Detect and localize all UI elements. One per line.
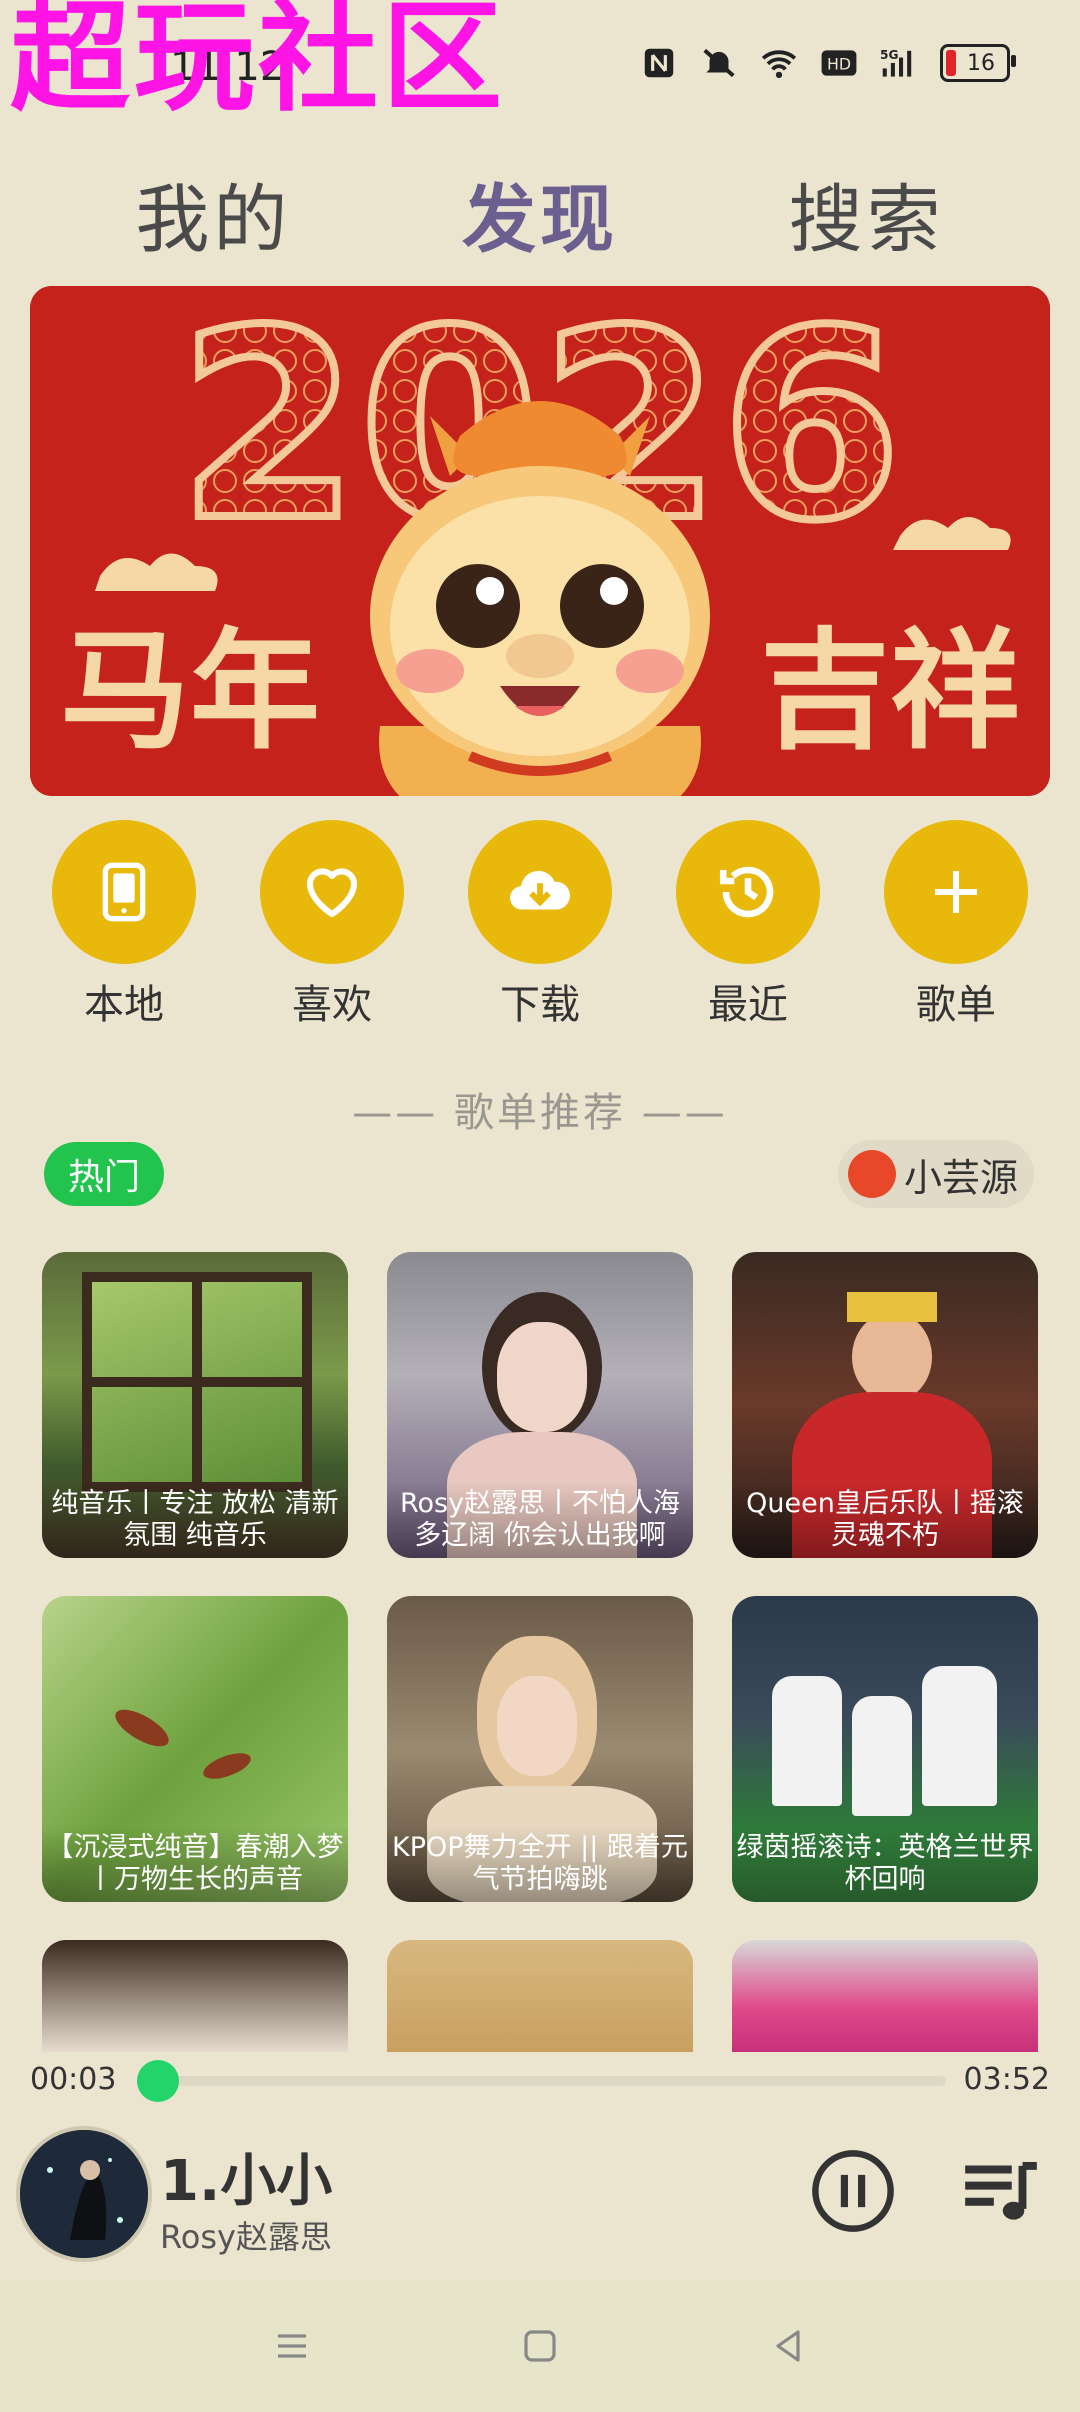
progress-knob[interactable] bbox=[137, 2060, 180, 2102]
song-artist: Rosy赵露思 bbox=[160, 2218, 332, 2256]
playlist-card[interactable] bbox=[42, 1940, 348, 2052]
banner-right-text: 吉祥 bbox=[760, 615, 1020, 767]
quick-local[interactable]: 本地 bbox=[44, 820, 204, 1030]
top-tabs: 我的 发现 搜索 bbox=[0, 160, 1080, 267]
quick-recent[interactable]: 最近 bbox=[668, 820, 828, 1030]
history-icon bbox=[719, 866, 774, 918]
playlist-caption: 【沉浸式纯音】春潮入梦丨万物生长的声音 bbox=[42, 1826, 348, 1902]
song-title[interactable]: 1.小小 bbox=[160, 2136, 332, 2217]
wifi-icon bbox=[761, 50, 797, 79]
banner-image: 2026 马年 吉祥 bbox=[30, 286, 1050, 796]
playlist-card[interactable]: Rosy赵露思丨不怕人海多辽阔 你会认出我啊 bbox=[387, 1252, 693, 1558]
source-dot-icon bbox=[847, 1150, 896, 1198]
hd-icon: HD bbox=[821, 50, 857, 76]
cloud-download-icon bbox=[510, 870, 570, 910]
quick-favorites[interactable]: 喜欢 bbox=[252, 820, 412, 1030]
playlist-caption: 纯音乐丨专注 放松 清新氛围 纯音乐 bbox=[42, 1482, 348, 1558]
playlist-caption: 绿茵摇滚诗：英格兰世界杯回响 bbox=[732, 1826, 1038, 1902]
quick-playlist-label: 歌单 bbox=[916, 982, 996, 1028]
pause-button[interactable] bbox=[810, 2148, 896, 2234]
current-time: 00:03 bbox=[30, 2062, 117, 2097]
quick-playlist[interactable]: 歌单 bbox=[876, 820, 1036, 1030]
playlist-caption: Rosy赵露思丨不怕人海多辽阔 你会认出我啊 bbox=[387, 1482, 693, 1558]
playlist-card[interactable]: KPOP舞力全开 || 跟着元气节拍嗨跳 bbox=[387, 1596, 693, 1902]
status-icons: HD 5G 16 bbox=[640, 44, 1016, 82]
watermark-overlay: 超玩社区 bbox=[10, 0, 506, 128]
playlist-caption: Queen皇后乐队丨摇滚灵魂不朽 bbox=[732, 1482, 1038, 1558]
quick-recent-label: 最近 bbox=[708, 982, 788, 1028]
quick-favorites-label: 喜欢 bbox=[292, 982, 372, 1028]
system-nav-bar bbox=[0, 2280, 1080, 2412]
quick-downloads-label: 下载 bbox=[500, 982, 580, 1028]
plus-icon bbox=[935, 871, 977, 913]
home-icon[interactable] bbox=[516, 2322, 564, 2370]
menu-icon[interactable] bbox=[268, 2322, 316, 2370]
signal-5g-icon: 5G bbox=[880, 48, 912, 77]
hot-filter-chip[interactable]: 热门 bbox=[44, 1142, 164, 1206]
progress-track[interactable] bbox=[148, 2076, 946, 2086]
quick-local-label: 本地 bbox=[84, 982, 164, 1028]
source-label: 小芸源 bbox=[903, 1155, 1018, 1200]
section-title: —— 歌单推荐 —— bbox=[352, 1090, 728, 1136]
playlist-card[interactable] bbox=[732, 1940, 1038, 2052]
tab-discover[interactable]: 发现 bbox=[462, 160, 618, 267]
total-time: 03:52 bbox=[963, 2062, 1050, 2097]
playlist-card[interactable]: Queen皇后乐队丨摇滚灵魂不朽 bbox=[732, 1252, 1038, 1558]
playlist-card[interactable] bbox=[387, 1940, 693, 2052]
back-icon[interactable] bbox=[764, 2322, 812, 2370]
quick-downloads[interactable]: 下载 bbox=[460, 820, 620, 1030]
album-art[interactable] bbox=[16, 2126, 152, 2262]
playlist-caption: KPOP舞力全开 || 跟着元气节拍嗨跳 bbox=[387, 1826, 693, 1902]
battery-icon: 16 bbox=[940, 44, 1016, 82]
playlist-grid: 纯音乐丨专注 放松 清新氛围 纯音乐 Rosy赵露思丨不怕人海多辽阔 你会认出我… bbox=[42, 1252, 1040, 2052]
svg-text:HD: HD bbox=[827, 54, 851, 73]
mini-player: 1.小小 Rosy赵露思 bbox=[0, 2126, 1080, 2276]
battery-level: 16 bbox=[967, 50, 995, 76]
playlist-card[interactable]: 绿茵摇滚诗：英格兰世界杯回响 bbox=[732, 1596, 1038, 1902]
banner[interactable]: 2026 马年 吉祥 bbox=[30, 286, 1050, 796]
phone-icon bbox=[102, 862, 146, 922]
banner-left-text: 马年 bbox=[60, 615, 320, 767]
heart-icon bbox=[306, 868, 358, 918]
bell-muted-icon bbox=[703, 48, 735, 78]
svg-text:5G: 5G bbox=[880, 48, 899, 62]
playlist-card[interactable]: 纯音乐丨专注 放松 清新氛围 纯音乐 bbox=[42, 1252, 348, 1558]
tab-mine[interactable]: 我的 bbox=[135, 160, 291, 267]
source-selector[interactable]: 小芸源 bbox=[837, 1140, 1034, 1208]
tab-search[interactable]: 搜索 bbox=[789, 160, 945, 267]
nfc-icon bbox=[644, 48, 674, 78]
playlist-card[interactable]: 【沉浸式纯音】春潮入梦丨万物生长的声音 bbox=[42, 1596, 348, 1902]
quick-actions: 本地 喜欢 下载 最近 歌单 bbox=[0, 820, 1080, 1030]
playlist-queue-icon[interactable] bbox=[958, 2148, 1044, 2234]
